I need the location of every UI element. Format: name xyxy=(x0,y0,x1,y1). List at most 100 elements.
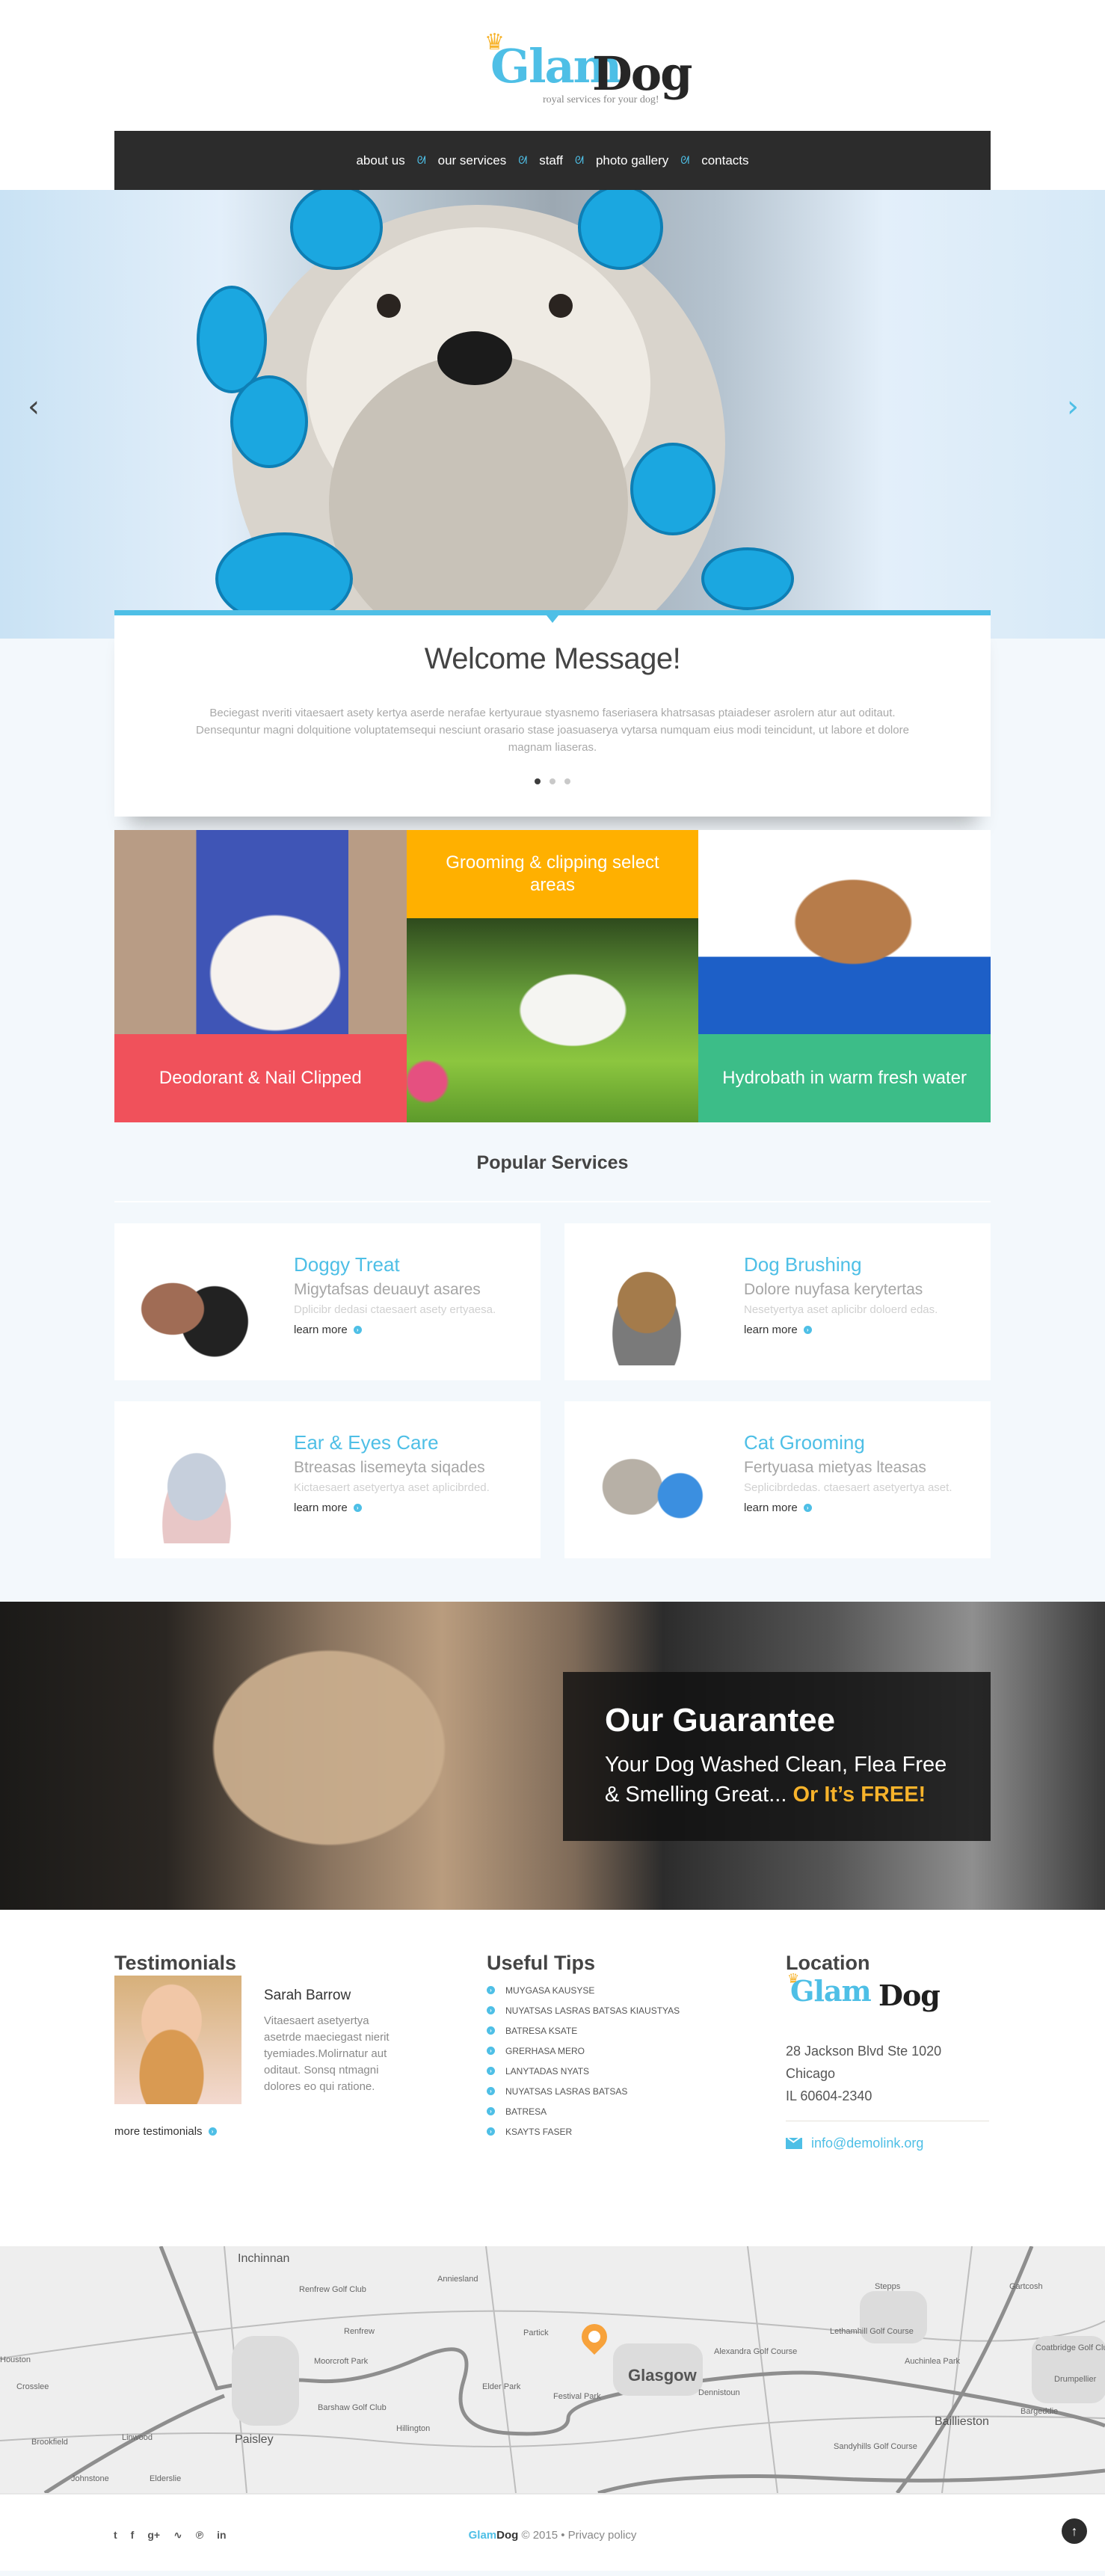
welcome-text: Beciegast nveriti vitaesaert asety kerty… xyxy=(196,707,909,754)
chevron-right-icon: › xyxy=(353,1504,362,1512)
map-label: Baillieston xyxy=(935,2415,989,2428)
learn-more-label: learn more xyxy=(294,1501,348,1514)
pagination-dot-3[interactable] xyxy=(564,778,570,784)
envelope-icon xyxy=(786,2138,802,2149)
chevron-right-icon: › xyxy=(353,1326,362,1334)
tips-list: › MUYGASA KAUSYSE › NUYATSAS LASRAS BATSAS… xyxy=(487,1980,680,2142)
tip-item[interactable]: › MUYGASA KAUSYSE xyxy=(487,1980,680,2000)
learn-more-link[interactable]: learn more › xyxy=(744,1324,812,1336)
back-to-top-arrow-icon[interactable]: ↑ xyxy=(1062,2518,1087,2544)
privacy-policy-link[interactable]: Privacy policy xyxy=(568,2529,637,2542)
divider xyxy=(114,1201,991,1202)
testimonial-author: Sarah Barrow xyxy=(264,1988,351,2003)
nav-about-us[interactable]: about us xyxy=(353,153,407,168)
hero-slider: ‹ › xyxy=(0,190,1105,639)
learn-more-link[interactable]: learn more › xyxy=(744,1501,812,1514)
map-roads xyxy=(0,2246,1105,2493)
service-photo-yorkie xyxy=(587,1240,707,1365)
nav-staff[interactable]: staff xyxy=(536,153,566,168)
tip-item[interactable]: › KSAYTS FASER xyxy=(487,2121,680,2142)
location-map[interactable]: Inchinnan Renfrew Golf Club Renfrew Moor… xyxy=(0,2246,1105,2493)
tile-grooming[interactable]: Grooming & clipping select areas xyxy=(406,830,699,1122)
email-link[interactable]: info@demolink.org xyxy=(786,2136,923,2151)
useful-tips-title: Useful Tips xyxy=(487,1952,596,1974)
map-label: Barshaw Golf Club xyxy=(318,2403,387,2412)
learn-more-label: learn more xyxy=(744,1501,798,1514)
logo-dog: Dog xyxy=(592,46,692,101)
logo-tagline: royal services for your dog! xyxy=(543,94,659,105)
service-title[interactable]: Ear & Eyes Care xyxy=(294,1431,490,1454)
footer-logo: ♛ Glam Dog xyxy=(786,1971,950,2023)
tile-hydrobath[interactable]: Hydrobath in warm fresh water xyxy=(698,830,991,1122)
map-label: Stepps xyxy=(875,2282,901,2291)
chevron-right-icon: › xyxy=(487,2047,495,2055)
tip-item[interactable]: › LANYTADAS NYATS xyxy=(487,2061,680,2081)
service-card: Cat Grooming Fertyuasa mietyas lteasas S… xyxy=(564,1401,991,1558)
map-label: Lethamhill Golf Course xyxy=(830,2327,914,2336)
welcome-title: Welcome Message! xyxy=(424,642,681,675)
tip-item[interactable]: › BATRESA KSATE xyxy=(487,2020,680,2041)
chevron-right-icon: › xyxy=(208,2127,217,2136)
testimonials-title: Testimonials xyxy=(114,1952,237,1974)
guarantee-title: Our Guarantee xyxy=(605,1702,836,1739)
chevron-right-icon: › xyxy=(487,2087,495,2095)
nav-contacts[interactable]: contacts xyxy=(698,153,751,168)
service-subtitle: Migytafsas deuauyt asares xyxy=(294,1281,481,1298)
map-label: Renfrew Golf Club xyxy=(299,2285,366,2294)
map-label: Festival Park xyxy=(553,2392,601,2401)
service-desc: Dplicibr dedasi ctaesaert asety ertyaesa… xyxy=(294,1303,496,1316)
testimonial-avatar xyxy=(114,1976,241,2104)
slider-pagination xyxy=(114,778,991,784)
slider-next-arrow-icon[interactable]: › xyxy=(1062,392,1084,422)
service-title[interactable]: Dog Brushing xyxy=(744,1253,938,1276)
guarantee-banner: Our Guarantee Your Dog Washed Clean, Fle… xyxy=(0,1602,1105,1910)
slider-prev-arrow-icon[interactable]: ‹ xyxy=(22,392,45,422)
map-label: Partick xyxy=(523,2328,549,2337)
services-grid: Doggy Treat Migytafsas deuauyt asares Dp… xyxy=(114,1223,991,1558)
tip-item[interactable]: › NUYATSAS LASRAS BATSAS xyxy=(487,2081,680,2101)
tip-item[interactable]: › NUYATSAS LASRAS BATSAS KIAUSTYAS xyxy=(487,2000,680,2020)
tile-label: Grooming & clipping select areas xyxy=(406,830,699,918)
copyright: GlamDog © 2015 • Privacy policy xyxy=(0,2529,1105,2542)
service-title[interactable]: Doggy Treat xyxy=(294,1253,496,1276)
service-desc: Nesetyertya aset aplicibr doloerd edas. xyxy=(744,1303,938,1316)
map-label: Crosslee xyxy=(16,2382,49,2391)
chevron-right-icon: › xyxy=(487,2006,495,2014)
pagination-dot-2[interactable] xyxy=(550,778,555,784)
nav-our-services[interactable]: our services xyxy=(435,153,510,168)
map-label: Houston xyxy=(0,2355,31,2364)
bow-icon: ᘛ xyxy=(680,154,690,166)
learn-more-link[interactable]: learn more › xyxy=(294,1324,362,1336)
site-logo[interactable]: ♛ Glam Dog royal services for your dog! xyxy=(429,28,692,106)
feature-tiles: Deodorant & Nail Clipped Grooming & clip… xyxy=(114,830,991,1122)
testimonial-text: Vitaesaert asetyertya asetrde maeciegast… xyxy=(264,2014,390,2093)
address-line-1: 28 Jackson Blvd Ste 1020 xyxy=(786,2044,942,2059)
service-subtitle: Btreasas lisemeyta siqades xyxy=(294,1459,485,1476)
chevron-right-icon: › xyxy=(487,2127,495,2136)
email-address: info@demolink.org xyxy=(811,2136,924,2151)
service-card: Doggy Treat Migytafsas deuauyt asares Dp… xyxy=(114,1223,541,1380)
service-photo-chihuahuas xyxy=(137,1240,256,1365)
map-label: Brookfield xyxy=(31,2438,68,2447)
tip-label: KSAYTS FASER xyxy=(505,2126,573,2137)
more-testimonials-link[interactable]: more testimonials › xyxy=(114,2125,217,2138)
service-title[interactable]: Cat Grooming xyxy=(744,1431,952,1454)
bow-icon: ᘛ xyxy=(518,154,528,166)
tip-label: BATRESA KSATE xyxy=(505,2025,578,2036)
map-label: Elderslie xyxy=(150,2474,182,2483)
tip-label: GRERHASA MERO xyxy=(505,2045,585,2056)
pagination-dot-1[interactable] xyxy=(535,778,541,784)
tile-label: Hydrobath in warm fresh water xyxy=(698,1034,991,1122)
chevron-right-icon: › xyxy=(487,2026,495,2035)
tile-deodorant[interactable]: Deodorant & Nail Clipped xyxy=(114,830,407,1122)
nav-photo-gallery[interactable]: photo gallery xyxy=(593,153,671,168)
address-line-2: Chicago xyxy=(786,2066,836,2081)
tip-item[interactable]: › BATRESA xyxy=(487,2101,680,2121)
learn-more-label: learn more xyxy=(744,1324,798,1336)
learn-more-link[interactable]: learn more › xyxy=(294,1501,362,1514)
copy-brand-glam: Glam xyxy=(468,2529,497,2542)
address: 28 Jackson Blvd Ste 1020 Chicago IL 6060… xyxy=(786,2040,941,2107)
tip-item[interactable]: › GRERHASA MERO xyxy=(487,2041,680,2061)
copyright-text: © 2015 • xyxy=(521,2529,565,2542)
chevron-right-icon: › xyxy=(487,1986,495,1994)
